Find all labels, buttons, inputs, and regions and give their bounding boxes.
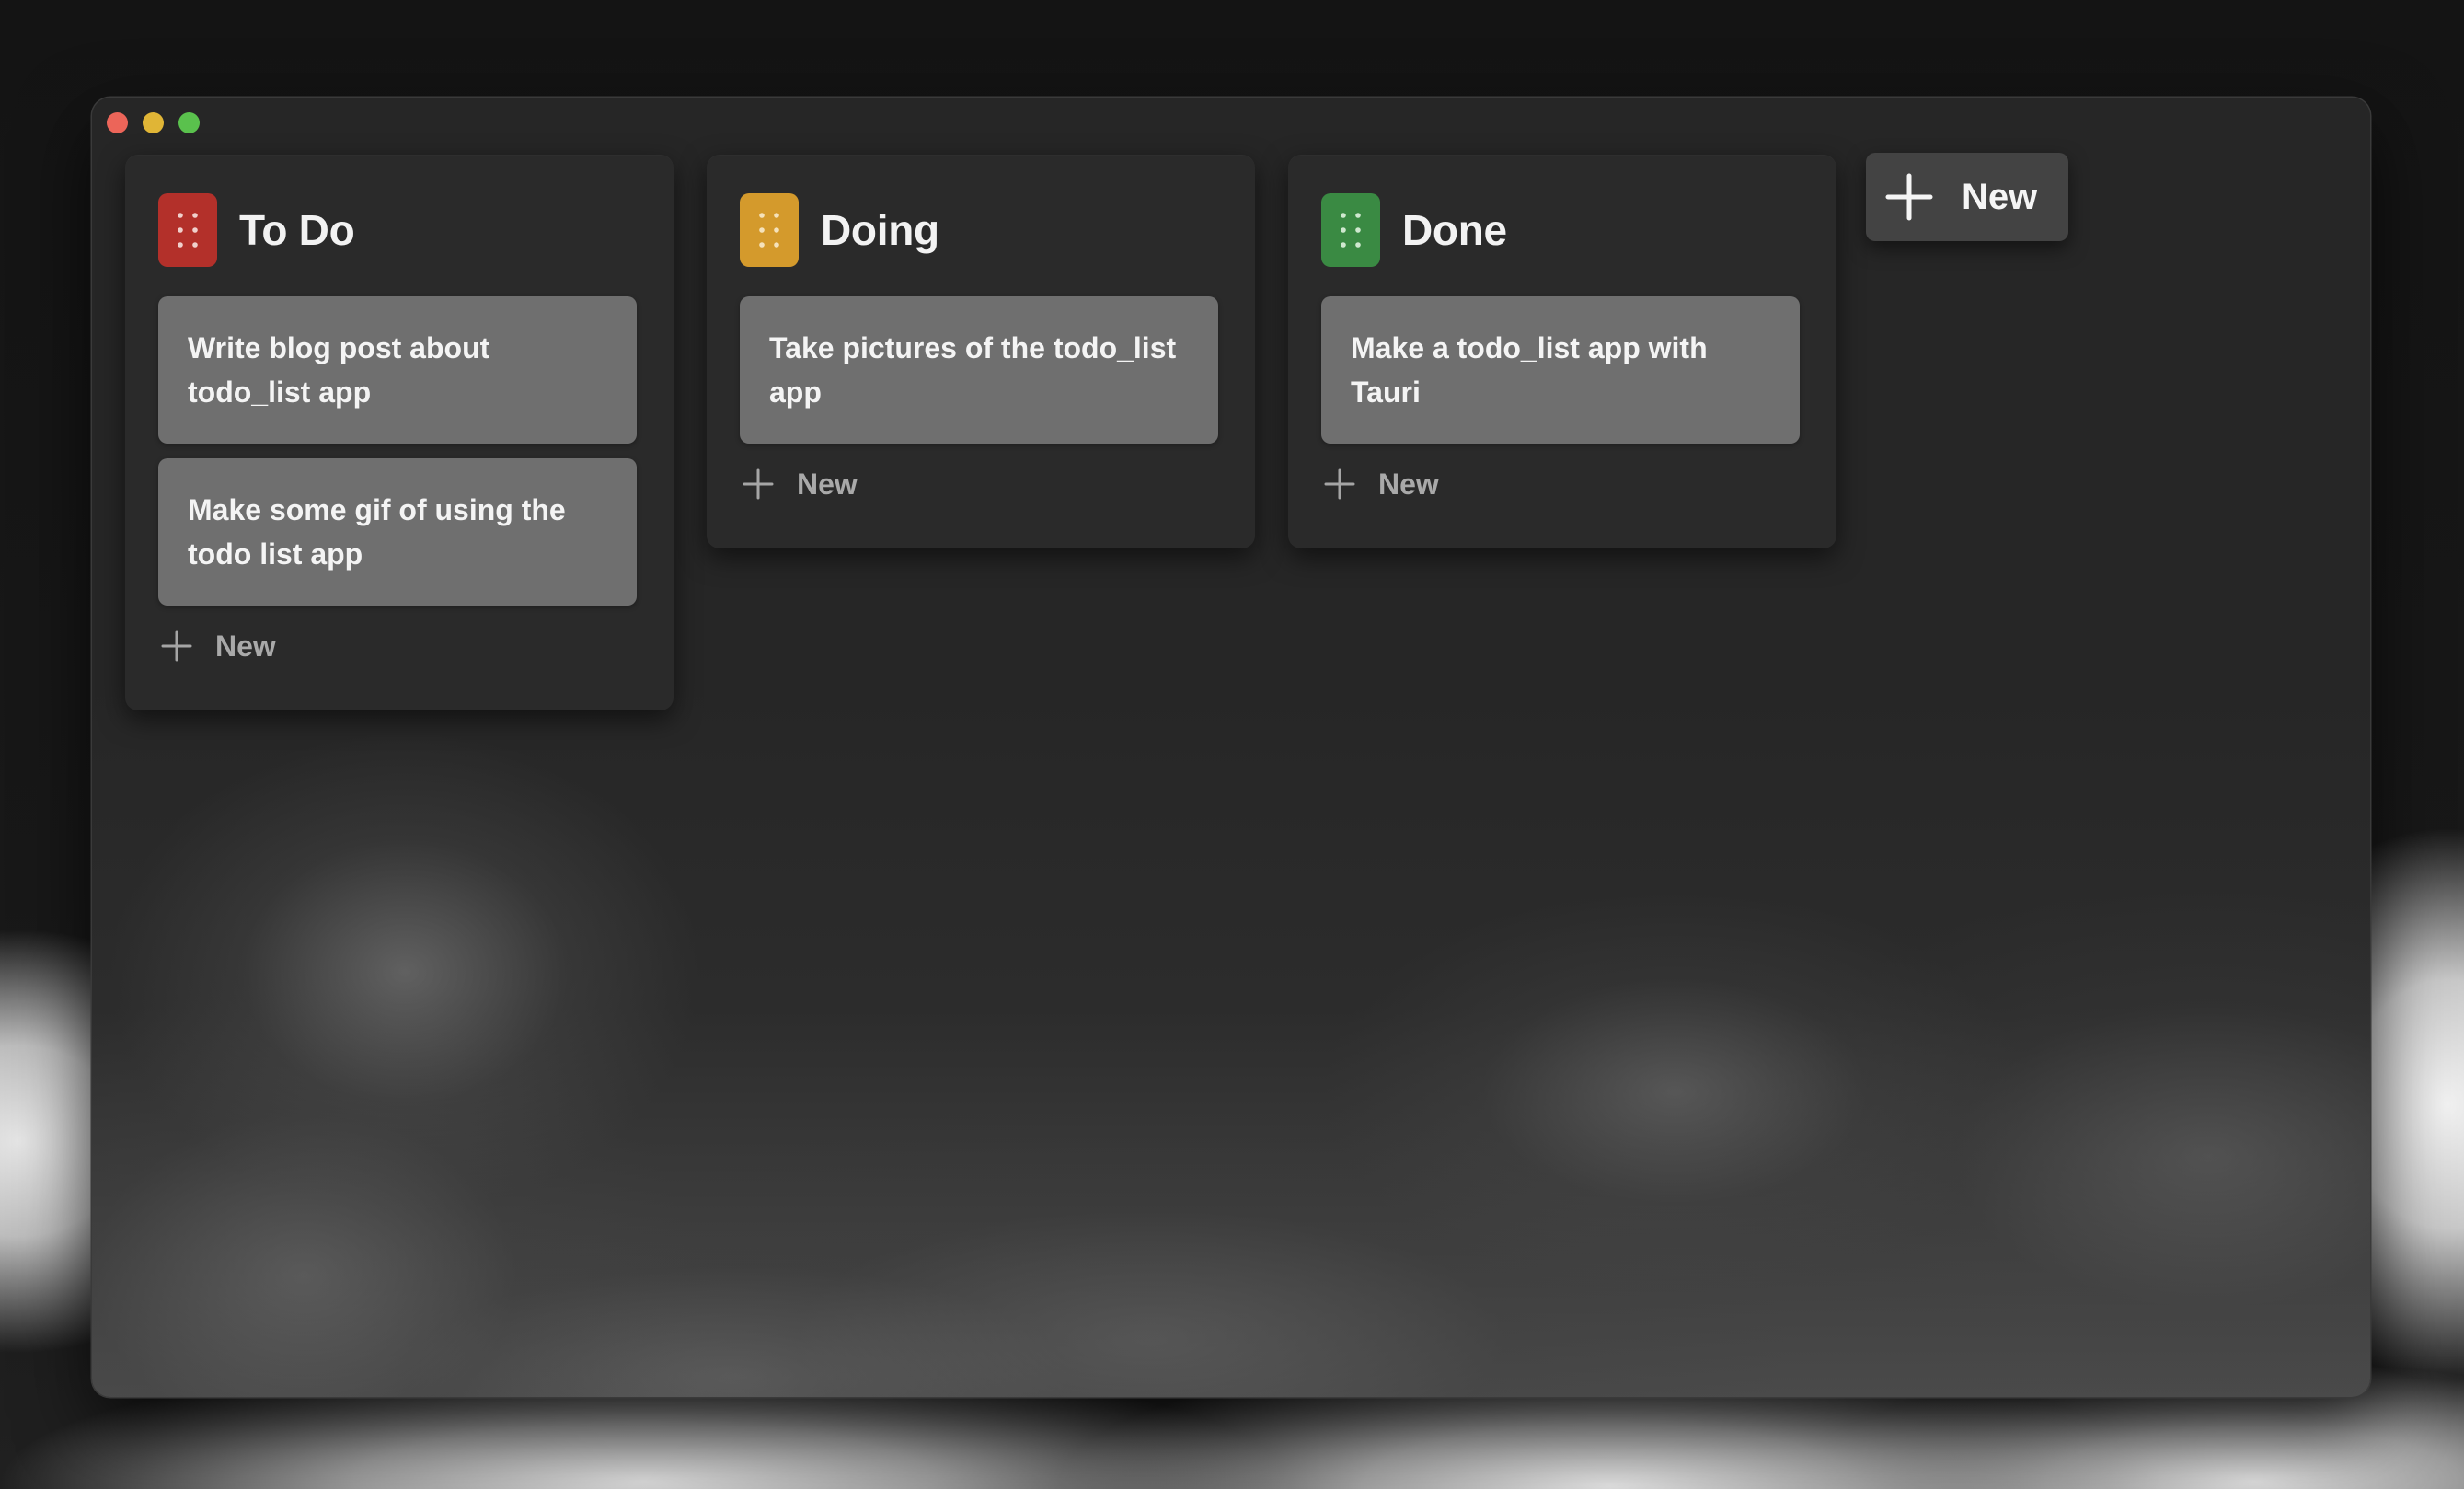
- column-done: Done Make a todo_list app with Tauri New: [1288, 155, 1836, 548]
- drag-handle-icon[interactable]: [1321, 193, 1380, 267]
- close-window-button[interactable]: [107, 112, 128, 133]
- column-title[interactable]: Done: [1402, 205, 1507, 255]
- task-card[interactable]: Write blog post about todo_list app: [158, 296, 637, 444]
- column-title[interactable]: Doing: [821, 205, 939, 255]
- column-header: Done: [1321, 193, 1507, 267]
- add-card-label: New: [1378, 467, 1439, 501]
- task-card[interactable]: Make some gif of using the todo list app: [158, 458, 637, 606]
- plus-icon: [158, 628, 195, 664]
- add-card-button[interactable]: New: [740, 462, 1218, 506]
- new-column-button[interactable]: New: [1866, 153, 2068, 241]
- task-card[interactable]: Take pictures of the todo_list app: [740, 296, 1218, 444]
- plus-icon: [1884, 172, 1934, 222]
- plus-icon: [1321, 466, 1358, 502]
- minimize-window-button[interactable]: [143, 112, 164, 133]
- plus-icon: [740, 466, 777, 502]
- add-card-button[interactable]: New: [1321, 462, 1800, 506]
- column-header: Doing: [740, 193, 939, 267]
- app-window: To Do Write blog post about todo_list ap…: [92, 98, 2370, 1397]
- window-controls: [107, 112, 200, 133]
- new-column-label: New: [1962, 176, 2038, 217]
- column-todo: To Do Write blog post about todo_list ap…: [125, 155, 674, 710]
- column-doing: Doing Take pictures of the todo_list app…: [707, 155, 1255, 548]
- kanban-board: To Do Write blog post about todo_list ap…: [92, 98, 2370, 1397]
- column-header: To Do: [158, 193, 355, 267]
- drag-handle-icon[interactable]: [158, 193, 217, 267]
- add-card-label: New: [215, 629, 276, 663]
- card-list: Take pictures of the todo_list app New: [740, 296, 1218, 506]
- card-list: Make a todo_list app with Tauri New: [1321, 296, 1800, 506]
- drag-handle-icon[interactable]: [740, 193, 799, 267]
- add-card-button[interactable]: New: [158, 624, 637, 668]
- column-title[interactable]: To Do: [239, 205, 355, 255]
- maximize-window-button[interactable]: [178, 112, 200, 133]
- card-list: Write blog post about todo_list app Make…: [158, 296, 637, 668]
- add-card-label: New: [797, 467, 858, 501]
- task-card[interactable]: Make a todo_list app with Tauri: [1321, 296, 1800, 444]
